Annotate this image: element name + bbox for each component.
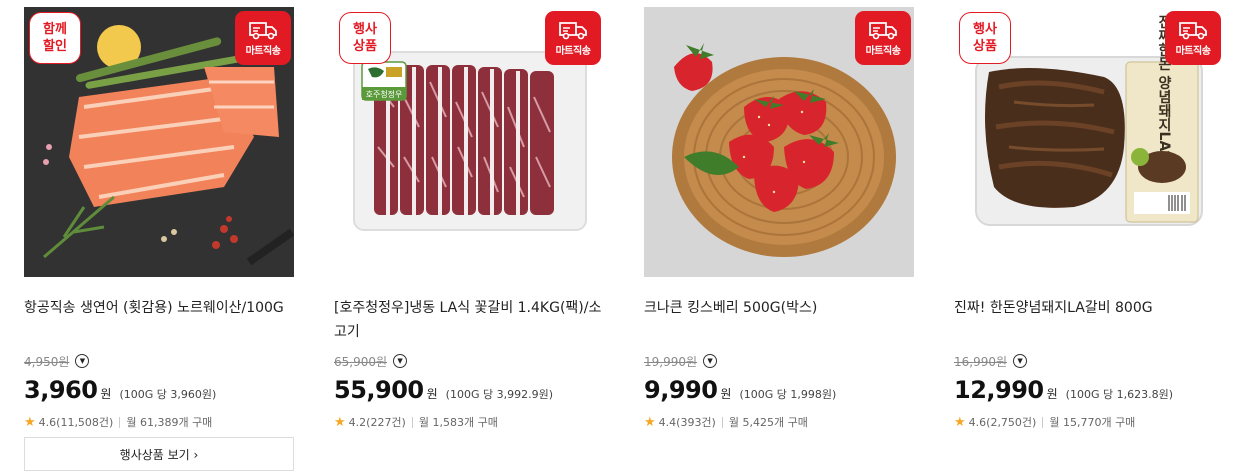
star-icon: ★ bbox=[24, 414, 36, 430]
monthly-sales: 월 15,770개 구매 bbox=[1049, 416, 1136, 429]
currency-label: 원 bbox=[100, 387, 112, 401]
rating-row: ★ 4.6(2,750건) 월 15,770개 구매 bbox=[954, 414, 1224, 430]
product-title[interactable]: 진짜! 한돈양념돼지LA갈비 800G bbox=[954, 296, 1224, 344]
svg-text:호주청정우: 호주청정우 bbox=[366, 89, 403, 99]
rating-text: 4.4(393건) bbox=[658, 416, 716, 429]
rating-row: ★ 4.6(11,508건) 월 61,389개 구매 bbox=[24, 414, 294, 430]
mart-delivery-badge: 마트직송 bbox=[235, 11, 291, 65]
original-price: 65,900원 ▼ bbox=[334, 352, 604, 370]
currency-label: 원 bbox=[1046, 387, 1058, 401]
price-info-icon[interactable]: ▼ bbox=[1013, 354, 1028, 368]
monthly-sales: 월 1,583개 구매 bbox=[418, 416, 498, 429]
currency-label: 원 bbox=[426, 387, 438, 401]
badge-event-product: 행사 상품 bbox=[959, 12, 1011, 64]
product-title[interactable]: 항공직송 생연어 (횟감용) 노르웨이산/100G bbox=[24, 296, 294, 344]
sale-price: 3,960 원 (100G 당 3,960원) bbox=[24, 376, 294, 404]
product-title[interactable]: 크나큰 킹스베리 500G(박스) bbox=[644, 296, 914, 344]
divider bbox=[721, 416, 723, 428]
rating-text: 4.2(227건) bbox=[348, 416, 406, 429]
sale-price: 9,990 원 (100G 당 1,998원) bbox=[644, 376, 914, 404]
price-info-icon[interactable]: ▼ bbox=[75, 354, 90, 368]
rating-row: ★ 4.2(227건) 월 1,583개 구매 bbox=[334, 414, 604, 430]
truck-icon bbox=[1179, 21, 1207, 39]
mart-delivery-badge: 마트직송 bbox=[855, 11, 911, 65]
unit-price: (100G 당 3,960원) bbox=[119, 388, 217, 401]
sale-price-value: 55,900 bbox=[334, 376, 424, 404]
unit-price: (100G 당 1,623.8원) bbox=[1065, 388, 1173, 401]
badge-together-discount: 함께 할인 bbox=[29, 12, 81, 64]
badge-event-product: 행사 상품 bbox=[339, 12, 391, 64]
original-price: 4,950원 ▼ bbox=[24, 352, 294, 370]
sale-price: 55,900 원 (100G 당 3,992.9원) bbox=[334, 376, 604, 404]
sale-price-value: 9,990 bbox=[644, 376, 718, 404]
currency-label: 원 bbox=[720, 387, 732, 401]
price-info-icon[interactable]: ▼ bbox=[703, 354, 718, 368]
truck-icon bbox=[559, 21, 587, 39]
star-icon: ★ bbox=[334, 414, 346, 430]
product-image[interactable]: 함께 할인 마트직송 bbox=[24, 7, 294, 277]
mart-delivery-badge: 마트직송 bbox=[1165, 11, 1221, 65]
product-image[interactable]: 호주청정우 행사 상품 마트직송 bbox=[334, 7, 604, 277]
original-price: 19,990원 ▼ bbox=[644, 352, 914, 370]
sale-price-value: 3,960 bbox=[24, 376, 98, 404]
product-card[interactable]: 함께 할인 마트직송 항공직송 생연어 (횟감용) 노르웨이산/100G 4,95… bbox=[24, 7, 294, 430]
unit-price: (100G 당 3,992.9원) bbox=[445, 388, 553, 401]
rating-text: 4.6(2,750건) bbox=[968, 416, 1037, 429]
original-price-value: 65,900원 bbox=[334, 354, 388, 369]
divider bbox=[411, 416, 413, 428]
price-info-icon[interactable]: ▼ bbox=[393, 354, 408, 368]
original-price-value: 19,990원 bbox=[644, 354, 698, 369]
monthly-sales: 월 5,425개 구매 bbox=[728, 416, 808, 429]
sale-price-value: 12,990 bbox=[954, 376, 1044, 404]
mart-delivery-badge: 마트직송 bbox=[545, 11, 601, 65]
truck-icon bbox=[869, 21, 897, 39]
product-card[interactable]: 호주청정우 행사 상품 마트직송 [호주청정우]냉동 LA식 꽃갈비 1.4KG(… bbox=[334, 7, 604, 430]
product-image[interactable]: 마트직송 bbox=[644, 7, 914, 277]
original-price: 16,990원 ▼ bbox=[954, 352, 1224, 370]
rating-row: ★ 4.4(393건) 월 5,425개 구매 bbox=[644, 414, 914, 430]
original-price-value: 4,950원 bbox=[24, 354, 70, 369]
star-icon: ★ bbox=[644, 414, 656, 430]
product-image[interactable]: 진짜한돈 양념돼지LA갈비 행사 상품 마트직송 bbox=[954, 7, 1224, 277]
monthly-sales: 월 61,389개 구매 bbox=[126, 416, 213, 429]
divider bbox=[119, 416, 121, 428]
original-price-value: 16,990원 bbox=[954, 354, 1008, 369]
view-event-products-button[interactable]: 행사상품 보기 › bbox=[24, 437, 294, 471]
sale-price: 12,990 원 (100G 당 1,623.8원) bbox=[954, 376, 1224, 404]
truck-icon bbox=[249, 21, 277, 39]
product-card[interactable]: 진짜한돈 양념돼지LA갈비 행사 상품 마트직송 진짜! 한돈양념돼지LA갈비 8… bbox=[954, 7, 1224, 430]
product-card[interactable]: 마트직송 크나큰 킹스베리 500G(박스) 19,990원 ▼ 9,990 원… bbox=[644, 7, 914, 430]
star-icon: ★ bbox=[954, 414, 966, 430]
unit-price: (100G 당 1,998원) bbox=[739, 388, 837, 401]
divider bbox=[1042, 416, 1044, 428]
rating-text: 4.6(11,508건) bbox=[38, 416, 114, 429]
product-title[interactable]: [호주청정우]냉동 LA식 꽃갈비 1.4KG(팩)/소고기 bbox=[334, 296, 604, 344]
